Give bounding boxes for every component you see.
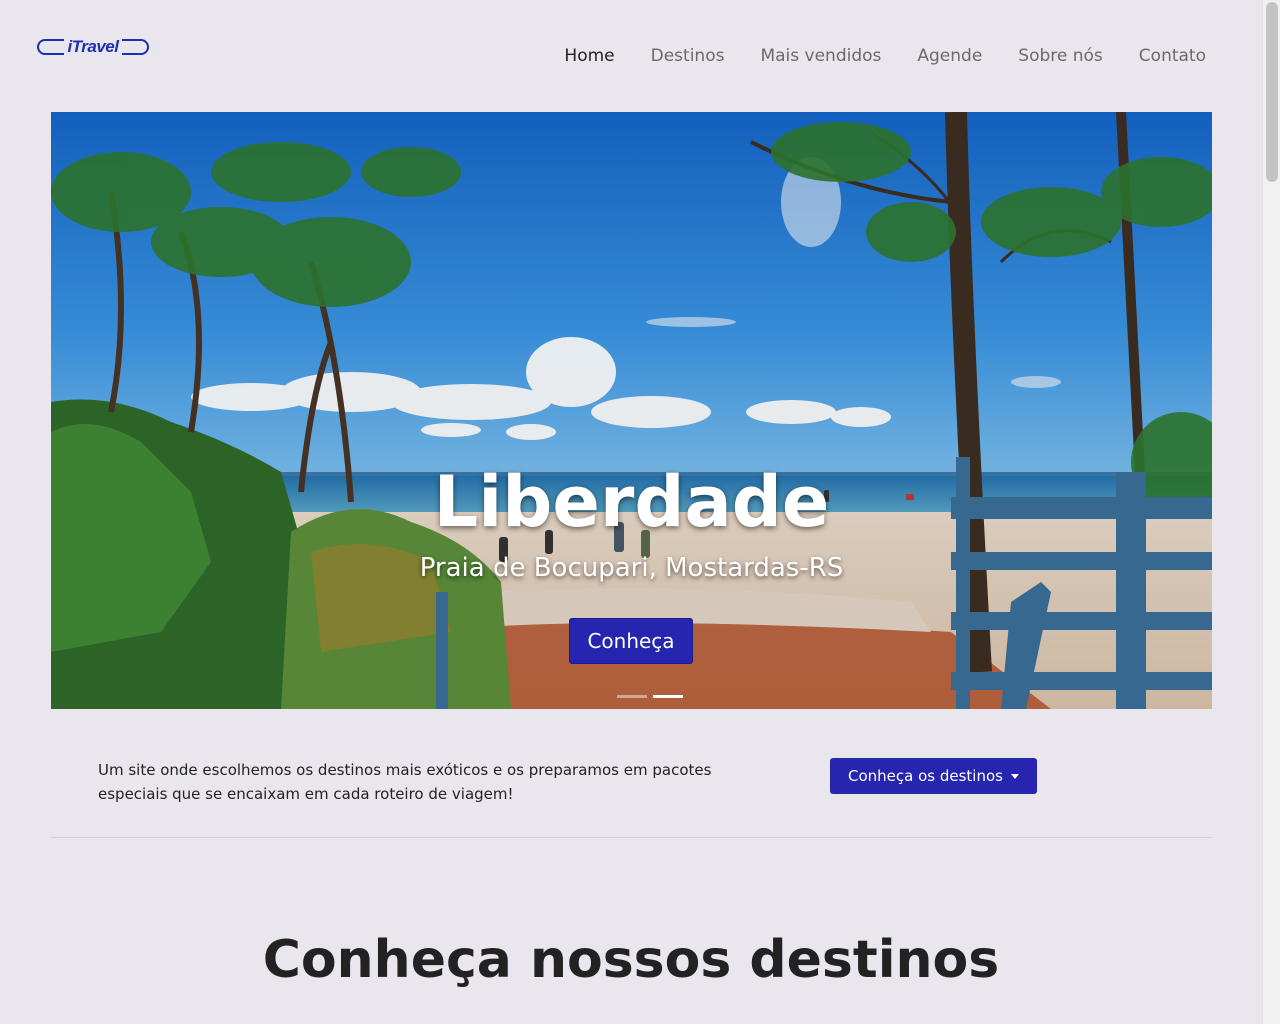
nav-destinos[interactable]: Destinos (633, 42, 743, 70)
hero-subtitle: Praia de Bocupari, Mostardas-RS (419, 553, 844, 583)
carousel-indicators (617, 695, 683, 698)
nav-home[interactable]: Home (546, 42, 632, 70)
nav-mais-vendidos[interactable]: Mais vendidos (742, 42, 899, 70)
hero-conheca-button[interactable]: Conheça (569, 618, 693, 664)
hero-caption: Liberdade Praia de Bocupari, Mostardas-R… (51, 112, 1212, 709)
nav-links: Home Destinos Mais vendidos Agende Sobre… (546, 42, 1224, 70)
page: iTravel Home Destinos Mais vendidos Agen… (0, 0, 1262, 1024)
brand-name: iTravel (64, 38, 122, 56)
scrollbar-thumb[interactable] (1266, 2, 1278, 182)
nav-contato[interactable]: Contato (1121, 42, 1224, 70)
caret-down-icon (1010, 773, 1019, 779)
page-scrollbar[interactable] (1262, 0, 1280, 1024)
dropdown-label: Conheça os destinos (848, 767, 1003, 785)
section-title: Conheça nossos destinos (262, 930, 1000, 990)
intro-text: Um site onde escolhemos os destinos mais… (98, 761, 712, 803)
hero-carousel[interactable]: Liberdade Praia de Bocupari, Mostardas-R… (51, 112, 1212, 709)
brand-logo[interactable]: iTravel (37, 38, 149, 56)
hero-title: Liberdade (433, 461, 830, 543)
divider (51, 837, 1212, 838)
nav-sobre-nos[interactable]: Sobre nós (1000, 42, 1121, 70)
destinos-dropdown-button[interactable]: Conheça os destinos (830, 758, 1037, 794)
navbar: iTravel Home Destinos Mais vendidos Agen… (0, 0, 1262, 112)
nav-agende[interactable]: Agende (899, 42, 1000, 70)
carousel-indicator-2[interactable] (653, 695, 683, 698)
carousel-indicator-1[interactable] (617, 695, 647, 698)
